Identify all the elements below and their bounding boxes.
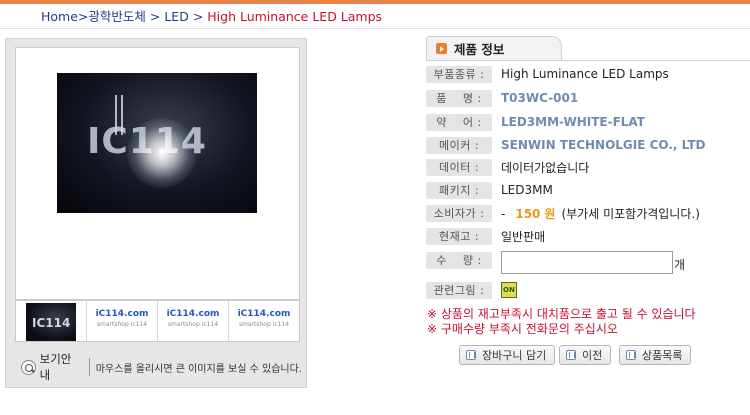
breadcrumb-separator: >	[77, 9, 89, 24]
thumbnail-logo: iC114.com smartshop ic114	[87, 309, 157, 328]
tab-label: 제품 정보	[454, 42, 505, 57]
datasheet-value: 데이터가없습니다	[501, 160, 590, 175]
view-guide-bar: 보기안내 마우스를 올리시면 큰 이미지를 보실 수 있습니다.	[15, 352, 302, 382]
add-to-cart-button[interactable]: 장바구니 담기	[459, 345, 556, 365]
thumbnail-logo-text: iC114.com	[166, 309, 220, 319]
cart-icon	[466, 350, 476, 360]
stock-value: 일반판매	[501, 229, 546, 244]
field-quantity: 수 량 :	[426, 250, 492, 270]
field-label: 수 량 :	[426, 251, 492, 269]
thumbnail-logo: iC114.com smartshop ic114	[229, 309, 299, 328]
previous-button[interactable]: 이전	[559, 345, 612, 365]
breadcrumb-level1[interactable]: 광학반도체	[88, 9, 146, 24]
thumbnail-watermark: IC114	[32, 316, 71, 330]
related-image-icon[interactable]	[501, 282, 517, 298]
field-package: 패키지 : LED3MM	[426, 180, 553, 200]
quantity-input[interactable]	[501, 251, 673, 274]
package-value: LED3MM	[501, 183, 553, 197]
field-related-image: 관련그림 :	[426, 280, 517, 300]
breadcrumb-separator: >	[145, 9, 165, 24]
price-dash: -	[501, 206, 506, 221]
thumbnail-3[interactable]: iC114.com smartshop ic114	[158, 301, 229, 341]
abbreviation-value: LED3MM-WHITE-FLAT	[501, 115, 645, 129]
thumbnail-logo-sub: smartshop ic114	[96, 321, 148, 328]
previous-label: 이전	[582, 349, 603, 362]
field-label: 관련그림 :	[426, 281, 492, 299]
price-currency: 원	[544, 206, 556, 221]
field-maker: 메이커 : SENWIN TECHNOLGIE CO., LTD	[426, 135, 705, 155]
field-part-name: 품 명 : T03WC-001	[426, 88, 578, 108]
thumbnail-photo: IC114	[26, 303, 76, 341]
view-guide-text: 마우스를 올리시면 큰 이미지를 보실 수 있습니다.	[95, 363, 302, 375]
thumbnail-logo-sub: smartshop ic114	[167, 321, 219, 328]
arrow-right-icon	[436, 43, 447, 54]
main-image-frame: IC114	[15, 47, 300, 300]
thumbnail-logo-sub: smartshop ic114	[238, 321, 290, 328]
thumbnail-logo-text: iC114.com	[95, 309, 149, 319]
led-glow	[127, 118, 197, 188]
thumbnail-1[interactable]: IC114	[16, 301, 87, 341]
list-icon	[626, 350, 636, 360]
field-label: 패키지 :	[426, 181, 492, 199]
field-label: 소비자가 :	[426, 204, 492, 222]
breadcrumb-home[interactable]: Home	[41, 9, 78, 24]
price-note: (부가세 미포함가격입니다.)	[561, 206, 700, 221]
thumbnail-strip: IC114 iC114.com smartshop ic114 iC114.com…	[15, 300, 300, 342]
price-value-group: -150 원 (부가세 미포함가격입니다.)	[501, 205, 700, 222]
breadcrumb-current: High Luminance LED Lamps	[207, 9, 383, 24]
part-name-value: T03WC-001	[501, 91, 579, 105]
field-category: 부품종류 : High Luminance LED Lamps	[426, 64, 669, 84]
notice-quantity: ※ 구매수량 부족시 전화문의 주십시오	[427, 322, 618, 336]
maker-value: SENWIN TECHNOLGIE CO., LTD	[501, 138, 706, 152]
category-value: High Luminance LED Lamps	[501, 67, 669, 81]
field-label: 품 명 :	[426, 89, 492, 107]
tab-product-info[interactable]: 제품 정보	[426, 36, 562, 60]
magnifier-icon	[21, 359, 36, 375]
field-label: 데이터 :	[426, 158, 492, 176]
divider	[426, 60, 750, 61]
product-list-label: 상품목록	[642, 349, 683, 362]
divider	[0, 28, 750, 29]
thumbnail-2[interactable]: iC114.com smartshop ic114	[87, 301, 158, 341]
thumbnail-4[interactable]: iC114.com smartshop ic114	[229, 301, 299, 341]
field-label: 약 어 :	[426, 113, 492, 131]
field-label: 부품종류 :	[426, 65, 492, 83]
divider	[88, 358, 90, 376]
main-product-image[interactable]: IC114	[57, 73, 257, 213]
field-stock: 현재고 : 일반판매	[426, 226, 545, 246]
add-to-cart-label: 장바구니 담기	[482, 349, 547, 362]
top-accent-bar	[0, 0, 750, 4]
breadcrumb-separator: >	[188, 9, 208, 24]
breadcrumb: Home>광학반도체 > LED > High Luminance LED La…	[41, 6, 382, 25]
field-abbreviation: 약 어 : LED3MM-WHITE-FLAT	[426, 112, 645, 132]
field-label: 메이커 :	[426, 136, 492, 154]
back-icon	[566, 350, 576, 360]
view-guide-button[interactable]: 보기안내	[15, 352, 87, 382]
breadcrumb-level2[interactable]: LED	[164, 9, 189, 24]
product-gallery: IC114 IC114 iC114.com smartshop ic114 iC1…	[5, 38, 307, 388]
product-list-button[interactable]: 상품목록	[619, 345, 692, 365]
view-guide-label: 보기안내	[39, 352, 72, 382]
field-datasheet: 데이터 : 데이터가없습니다	[426, 157, 589, 177]
thumbnail-logo: iC114.com smartshop ic114	[158, 309, 228, 328]
price-amount: 150	[515, 206, 541, 221]
field-label: 현재고 :	[426, 227, 492, 245]
field-price: 소비자가 : -150 원 (부가세 미포함가격입니다.)	[426, 203, 700, 223]
thumbnail-logo-text: iC114.com	[237, 309, 291, 319]
quantity-unit: 개	[674, 258, 686, 272]
